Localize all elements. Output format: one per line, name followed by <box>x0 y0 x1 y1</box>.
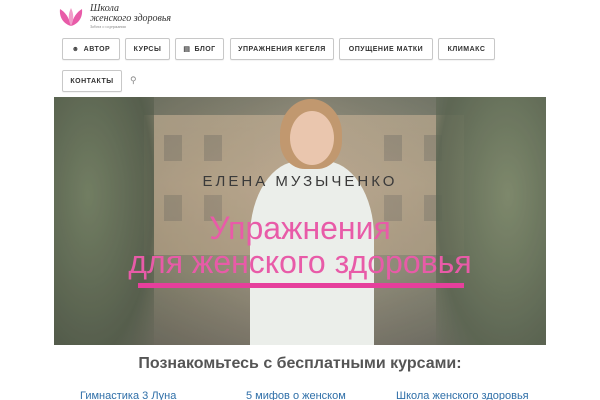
hero-author-name: ЕЛЕНА МУЗЫЧЕНКО <box>202 173 398 190</box>
nav-item-courses[interactable]: КУРСЫ <box>125 38 170 60</box>
nav-item-menopause[interactable]: КЛИМАКС <box>438 38 495 60</box>
user-icon: ☻ <box>71 45 80 53</box>
lotus-icon <box>59 8 83 26</box>
hero-title-line-2: для женского здоровья <box>128 244 472 280</box>
nav-item-contacts[interactable]: КОНТАКТЫ <box>62 70 122 92</box>
course-link[interactable]: Гимнастика 3 Луна <box>80 390 176 400</box>
logo-tagline: Забота о содержании <box>90 24 126 29</box>
logo-line-2: женского здоровья <box>90 13 172 24</box>
course-link[interactable]: Школа женского здоровья <box>396 390 529 400</box>
nav-item-blog[interactable]: ▤ БЛОГ <box>175 38 224 60</box>
hero-accent-line <box>138 283 464 288</box>
nav-item-label: КУРСЫ <box>133 45 162 53</box>
blog-icon: ▤ <box>183 46 191 53</box>
nav-item-label: УПРАЖНЕНИЯ КЕГЕЛЯ <box>238 45 326 53</box>
hero-title-line-1: Упражнения <box>209 210 391 246</box>
nav-item-label: КЛИМАКС <box>447 45 486 53</box>
site-logo[interactable]: Школа женского здоровья Забота о содержа… <box>58 2 171 32</box>
courses-heading: Познакомьтесь с бесплатными курсами: <box>138 355 462 372</box>
nav-item-label: ОПУЩЕНИЕ МАТКИ <box>348 45 424 53</box>
nav-item-author[interactable]: ☻ АВТОР <box>62 38 120 60</box>
nav-item-kegel[interactable]: УПРАЖНЕНИЯ КЕГЕЛЯ <box>230 38 334 60</box>
nav-item-prolapse[interactable]: ОПУЩЕНИЕ МАТКИ <box>339 38 433 60</box>
nav-item-label: АВТОР <box>83 45 111 53</box>
search-icon[interactable]: ⚲ <box>130 75 137 86</box>
logo-text: Школа женского здоровья Забота о содержа… <box>90 4 171 30</box>
nav-item-label: БЛОГ <box>194 45 216 53</box>
hero-banner: ЕЛЕНА МУЗЫЧЕНКО Упражнения для женского … <box>54 97 546 345</box>
nav-item-label: КОНТАКТЫ <box>70 77 114 85</box>
hero-title: Упражнения для женского здоровья <box>54 211 546 279</box>
course-link[interactable]: 5 мифов о женском <box>246 390 346 400</box>
